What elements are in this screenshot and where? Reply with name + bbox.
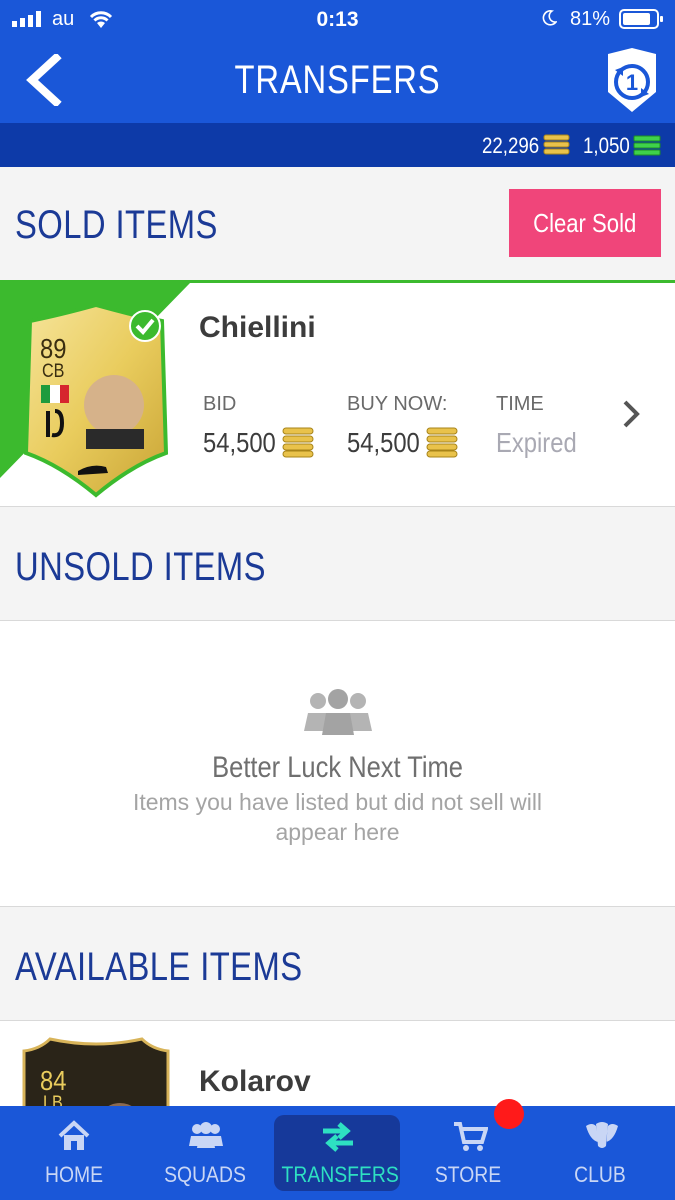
bid-value: 54,500 xyxy=(203,427,276,458)
nav-home[interactable]: HOME xyxy=(11,1106,137,1200)
empty-state-text-line2: appear here xyxy=(275,819,400,845)
sold-items-title: SOLD ITEMS xyxy=(15,203,218,247)
chevron-right-icon[interactable] xyxy=(620,399,642,429)
app-header: TRANSFERS 1 xyxy=(0,38,675,123)
card-position: CB xyxy=(42,361,65,382)
empty-state-text-line1: Items you have listed but did not sell w… xyxy=(132,789,543,815)
clear-sold-button[interactable]: Clear Sold xyxy=(509,189,661,257)
available-items-header: AVAILABLE ITEMS xyxy=(0,907,675,1020)
player-name: Chiellini xyxy=(199,311,316,344)
available-item-row[interactable]: 84 LB Kolarov xyxy=(0,1020,675,1135)
buy-now-coins-icon xyxy=(426,427,458,458)
buy-now-value: 54,500 xyxy=(347,427,420,458)
coins-balance: 22,296 xyxy=(482,133,540,158)
club-badge-icon xyxy=(46,409,65,438)
bid-coins-icon xyxy=(282,427,314,458)
people-group-icon xyxy=(304,689,372,735)
transfers-icon xyxy=(323,1122,353,1152)
battery-icon xyxy=(619,9,663,29)
home-icon xyxy=(58,1120,90,1150)
bid-label: BID xyxy=(203,393,237,415)
nav-club[interactable]: CLUB xyxy=(537,1106,663,1200)
store-notification-dot xyxy=(494,1099,524,1129)
nav-club-label: CLUB xyxy=(574,1162,626,1187)
coins-icon xyxy=(543,134,570,155)
sold-items-header: SOLD ITEMS Clear Sold xyxy=(0,167,675,280)
nav-home-label: HOME xyxy=(44,1162,104,1187)
status-bar: au 0:13 81% xyxy=(0,0,675,38)
nav-squads[interactable]: SQUADS xyxy=(142,1106,268,1200)
available-player-name: Kolarov xyxy=(199,1065,311,1098)
bottom-nav: HOME SQUADS TRANSFERS STORE CLUB xyxy=(0,1099,675,1200)
page-title: TRANSFERS xyxy=(234,58,441,102)
svg-text:1: 1 xyxy=(626,70,638,95)
sold-item-row[interactable]: 89 CB Chiellini BID 54,500 BUY NOW: 54,5… xyxy=(0,280,675,507)
nav-store-label: STORE xyxy=(434,1162,502,1187)
nav-squads-label: SQUADS xyxy=(164,1162,246,1187)
time-value: Expired xyxy=(496,427,577,458)
available-items-title: AVAILABLE ITEMS xyxy=(15,945,303,989)
time-label: TIME xyxy=(496,393,544,415)
moon-icon xyxy=(542,10,557,26)
cart-icon xyxy=(454,1122,488,1151)
nav-transfers-label: TRANSFERS xyxy=(281,1162,399,1187)
sold-check-icon xyxy=(129,310,161,342)
unsold-items-header: UNSOLD ITEMS xyxy=(0,507,675,620)
currency-bar: 22,296 1,050 xyxy=(0,123,675,167)
unsold-items-title: UNSOLD ITEMS xyxy=(15,545,266,589)
back-arrow-icon[interactable] xyxy=(22,54,62,106)
points-icon xyxy=(633,135,661,156)
objectives-badge-icon[interactable]: 1 xyxy=(602,46,662,116)
nav-transfers[interactable]: TRANSFERS xyxy=(274,1115,400,1191)
unsold-empty-panel: Better Luck Next Time Items you have lis… xyxy=(0,620,675,907)
italy-flag-icon xyxy=(41,385,69,403)
buy-now-label: BUY NOW: xyxy=(347,393,448,415)
squads-icon xyxy=(189,1122,223,1148)
club-icon xyxy=(586,1122,618,1148)
empty-state-title: Better Luck Next Time xyxy=(212,751,463,784)
battery-percent: 81% xyxy=(569,8,610,30)
points-balance: 1,050 xyxy=(583,133,630,158)
